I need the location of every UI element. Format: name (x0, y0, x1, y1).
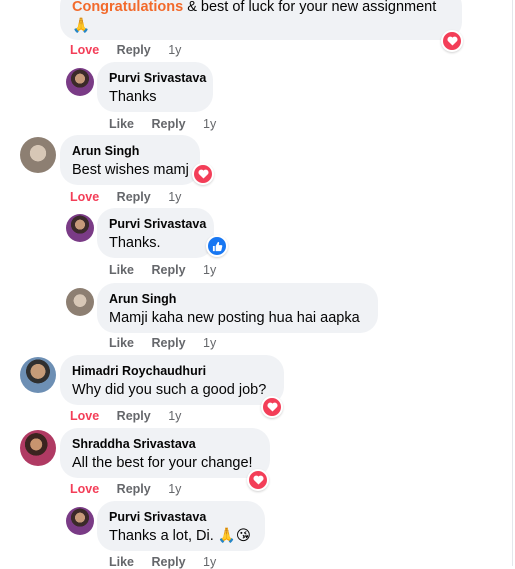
avatar[interactable] (66, 214, 94, 242)
timestamp[interactable]: 1y (168, 190, 181, 204)
avatar[interactable] (20, 430, 56, 466)
comment-emoji: 🙏😘 (217, 528, 251, 544)
mention-highlight[interactable]: Congratulations (72, 0, 183, 15)
comment-author[interactable]: Himadri Roychaudhuri (72, 363, 272, 379)
comment-bubble: Shraddha Srivastava All the best for you… (60, 428, 270, 478)
comment-bubble: Congratulations & best of luck for your … (60, 0, 462, 40)
like-reaction-icon[interactable] (206, 235, 228, 257)
love-reaction-icon[interactable] (247, 469, 269, 491)
comment-text: Mamji kaha new posting hua hai aapka (109, 310, 360, 326)
timestamp[interactable]: 1y (168, 409, 181, 423)
like-button[interactable]: Like (109, 117, 134, 131)
love-button[interactable]: Love (70, 43, 99, 57)
comment-author[interactable]: Arun Singh (72, 143, 188, 159)
comment-actions: Like Reply 1y (109, 263, 230, 277)
timestamp[interactable]: 1y (203, 555, 216, 569)
like-button[interactable]: Like (109, 336, 134, 350)
avatar[interactable] (20, 357, 56, 393)
comment-bubble: Arun Singh Best wishes mamj (60, 135, 200, 185)
comment-text: & best of luck for your new assignment (187, 0, 437, 15)
avatar[interactable] (20, 137, 56, 173)
comment-text: Thanks a lot, Di. (109, 528, 214, 544)
timestamp[interactable]: 1y (168, 43, 181, 57)
comment-bubble: Arun Singh Mamji kaha new posting hua ha… (97, 283, 378, 333)
like-button[interactable]: Like (109, 263, 134, 277)
comment-author[interactable]: Arun Singh (109, 291, 366, 307)
comment-bubble: Purvi Srivastava Thanks (97, 62, 213, 112)
comment-bubble: Purvi Srivastava Thanks a lot, Di. 🙏😘 (97, 501, 265, 551)
comment-actions: Love Reply 1y (70, 43, 195, 57)
comment-actions: Love Reply 1y (70, 190, 195, 204)
comment-actions: Love Reply 1y (70, 409, 195, 423)
love-reaction-icon[interactable] (192, 163, 214, 185)
timestamp[interactable]: 1y (203, 117, 216, 131)
timestamp[interactable]: 1y (203, 336, 216, 350)
avatar[interactable] (66, 288, 94, 316)
comment-author[interactable]: Purvi Srivastava (109, 70, 206, 86)
love-button[interactable]: Love (70, 482, 99, 496)
comment-text: Thanks (109, 89, 157, 105)
reply-button[interactable]: Reply (117, 43, 151, 57)
reply-button[interactable]: Reply (152, 117, 186, 131)
avatar[interactable] (66, 68, 94, 96)
comment-text: Why did you such a good job? (72, 382, 267, 398)
reply-button[interactable]: Reply (117, 190, 151, 204)
love-reaction-icon[interactable] (441, 30, 463, 52)
comment-actions: Like Reply 1y (109, 555, 230, 569)
comment-text: All the best for your change! (72, 455, 253, 471)
scroll-edge (512, 0, 513, 566)
comment-bubble: Purvi Srivastava Thanks. (97, 208, 214, 258)
comment-emoji: 🙏 (72, 18, 91, 34)
like-button[interactable]: Like (109, 555, 134, 569)
avatar[interactable] (66, 507, 94, 535)
timestamp[interactable]: 1y (203, 263, 216, 277)
reply-button[interactable]: Reply (117, 409, 151, 423)
comment-text: Best wishes mamj (72, 162, 189, 178)
reply-button[interactable]: Reply (152, 336, 186, 350)
love-button[interactable]: Love (70, 409, 99, 423)
comment-author[interactable]: Purvi Srivastava (109, 509, 253, 525)
comment-text: Thanks. (109, 235, 161, 251)
timestamp[interactable]: 1y (168, 482, 181, 496)
comment-actions: Like Reply 1y (109, 117, 230, 131)
reply-button[interactable]: Reply (152, 263, 186, 277)
comment-actions: Love Reply 1y (70, 482, 195, 496)
reply-button[interactable]: Reply (117, 482, 151, 496)
comment-actions: Like Reply 1y (109, 336, 230, 350)
love-button[interactable]: Love (70, 190, 99, 204)
comment-author[interactable]: Purvi Srivastava (109, 216, 206, 232)
comment-author[interactable]: Shraddha Srivastava (72, 436, 258, 452)
comment-bubble: Himadri Roychaudhuri Why did you such a … (60, 355, 284, 405)
love-reaction-icon[interactable] (261, 396, 283, 418)
reply-button[interactable]: Reply (152, 555, 186, 569)
